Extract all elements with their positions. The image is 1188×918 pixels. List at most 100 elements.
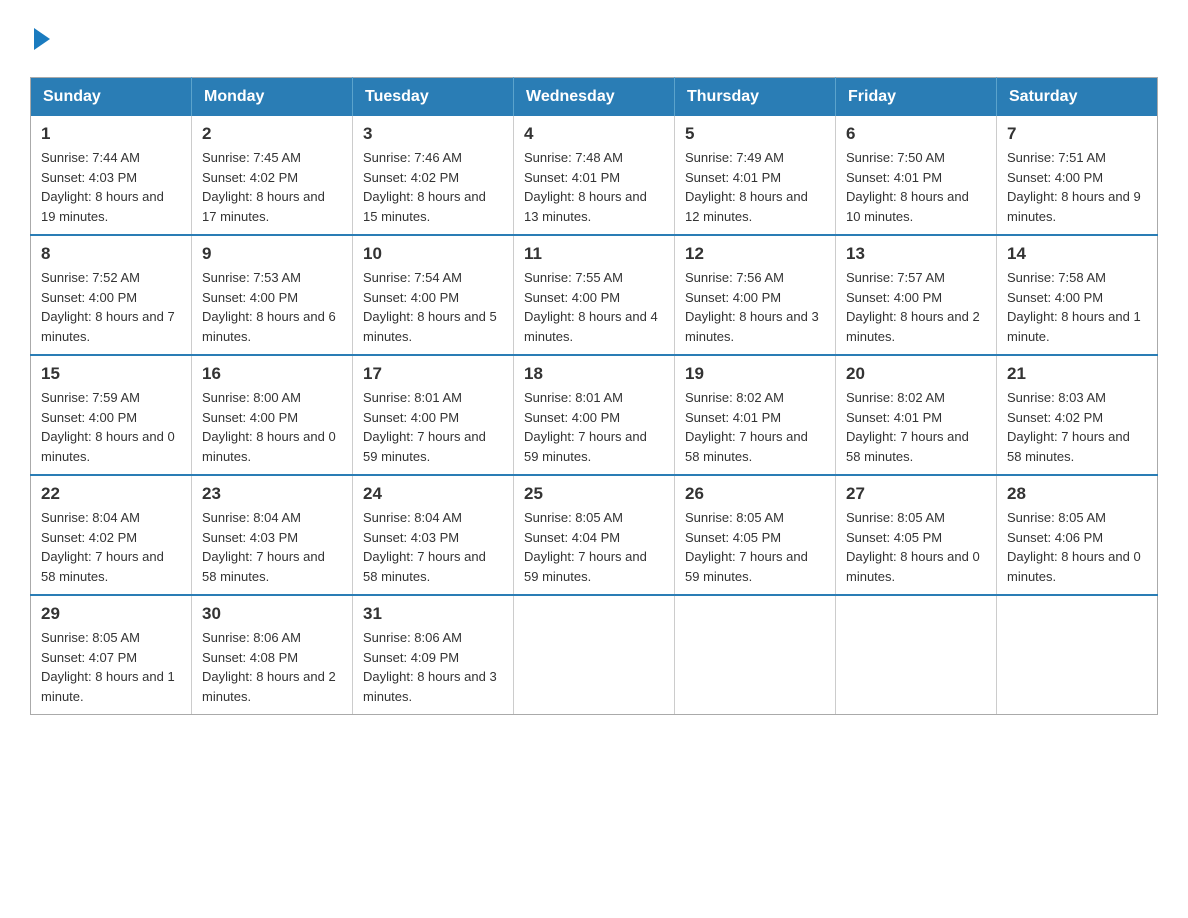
- day-info: Sunrise: 7:56 AMSunset: 4:00 PMDaylight:…: [685, 268, 825, 346]
- day-number: 18: [524, 364, 664, 384]
- calendar-cell: 5Sunrise: 7:49 AMSunset: 4:01 PMDaylight…: [675, 116, 836, 235]
- day-info: Sunrise: 7:49 AMSunset: 4:01 PMDaylight:…: [685, 148, 825, 226]
- day-number: 23: [202, 484, 342, 504]
- calendar-cell: 13 Sunrise: 7:57 AMSunset: 4:00 PMDayligh…: [836, 235, 997, 355]
- day-info: Sunrise: 8:01 AMSunset: 4:00 PMDaylight:…: [363, 388, 503, 466]
- calendar-header-row: SundayMondayTuesdayWednesdayThursdayFrid…: [31, 78, 1158, 117]
- day-number: 25: [524, 484, 664, 504]
- calendar-cell: 14 Sunrise: 7:58 AMSunset: 4:00 PMDayligh…: [997, 235, 1158, 355]
- day-info: Sunrise: 8:05 AMSunset: 4:05 PMDaylight:…: [685, 508, 825, 586]
- calendar-cell: 24 Sunrise: 8:04 AMSunset: 4:03 PMDayligh…: [353, 475, 514, 595]
- day-info: Sunrise: 7:46 AMSunset: 4:02 PMDaylight:…: [363, 148, 503, 226]
- calendar-cell: 16 Sunrise: 8:00 AMSunset: 4:00 PMDayligh…: [192, 355, 353, 475]
- calendar-cell: 1 Sunrise: 7:44 AMSunset: 4:03 PMDaylight…: [31, 116, 192, 235]
- week-row-5: 29 Sunrise: 8:05 AMSunset: 4:07 PMDayligh…: [31, 595, 1158, 715]
- day-info: Sunrise: 8:04 AMSunset: 4:03 PMDaylight:…: [363, 508, 503, 586]
- day-number: 19: [685, 364, 825, 384]
- day-info: Sunrise: 7:54 AMSunset: 4:00 PMDaylight:…: [363, 268, 503, 346]
- day-info: Sunrise: 7:52 AMSunset: 4:00 PMDaylight:…: [41, 268, 181, 346]
- day-number: 22: [41, 484, 181, 504]
- day-number: 6: [846, 124, 986, 144]
- day-info: Sunrise: 7:51 AMSunset: 4:00 PMDaylight:…: [1007, 148, 1147, 226]
- day-info: Sunrise: 8:05 AMSunset: 4:05 PMDaylight:…: [846, 508, 986, 586]
- header-monday: Monday: [192, 78, 353, 117]
- day-number: 1: [41, 124, 181, 144]
- day-number: 21: [1007, 364, 1147, 384]
- day-info: Sunrise: 7:44 AMSunset: 4:03 PMDaylight:…: [41, 148, 181, 226]
- week-row-4: 22Sunrise: 8:04 AMSunset: 4:02 PMDayligh…: [31, 475, 1158, 595]
- day-info: Sunrise: 7:58 AMSunset: 4:00 PMDaylight:…: [1007, 268, 1147, 346]
- day-info: Sunrise: 7:50 AMSunset: 4:01 PMDaylight:…: [846, 148, 986, 226]
- day-number: 27: [846, 484, 986, 504]
- day-number: 8: [41, 244, 181, 264]
- logo: [30, 30, 50, 57]
- day-number: 15: [41, 364, 181, 384]
- day-number: 28: [1007, 484, 1147, 504]
- header-sunday: Sunday: [31, 78, 192, 117]
- calendar-cell: 9 Sunrise: 7:53 AMSunset: 4:00 PMDaylight…: [192, 235, 353, 355]
- day-info: Sunrise: 7:53 AMSunset: 4:00 PMDaylight:…: [202, 268, 342, 346]
- header-tuesday: Tuesday: [353, 78, 514, 117]
- calendar-cell: 4 Sunrise: 7:48 AMSunset: 4:01 PMDaylight…: [514, 116, 675, 235]
- day-number: 11: [524, 244, 664, 264]
- day-info: Sunrise: 7:55 AMSunset: 4:00 PMDaylight:…: [524, 268, 664, 346]
- calendar-table: SundayMondayTuesdayWednesdayThursdayFrid…: [30, 77, 1158, 715]
- calendar-cell: 19 Sunrise: 8:02 AMSunset: 4:01 PMDayligh…: [675, 355, 836, 475]
- day-number: 24: [363, 484, 503, 504]
- calendar-cell: 22Sunrise: 8:04 AMSunset: 4:02 PMDayligh…: [31, 475, 192, 595]
- calendar-cell: 31Sunrise: 8:06 AMSunset: 4:09 PMDayligh…: [353, 595, 514, 715]
- day-info: Sunrise: 7:45 AMSunset: 4:02 PMDaylight:…: [202, 148, 342, 226]
- calendar-cell: 21 Sunrise: 8:03 AMSunset: 4:02 PMDayligh…: [997, 355, 1158, 475]
- day-number: 3: [363, 124, 503, 144]
- calendar-cell: 7 Sunrise: 7:51 AMSunset: 4:00 PMDaylight…: [997, 116, 1158, 235]
- day-number: 4: [524, 124, 664, 144]
- calendar-cell: 15 Sunrise: 7:59 AMSunset: 4:00 PMDayligh…: [31, 355, 192, 475]
- day-number: 20: [846, 364, 986, 384]
- day-info: Sunrise: 7:48 AMSunset: 4:01 PMDaylight:…: [524, 148, 664, 226]
- calendar-cell: 27 Sunrise: 8:05 AMSunset: 4:05 PMDayligh…: [836, 475, 997, 595]
- calendar-cell: 12 Sunrise: 7:56 AMSunset: 4:00 PMDayligh…: [675, 235, 836, 355]
- day-number: 13: [846, 244, 986, 264]
- day-info: Sunrise: 7:57 AMSunset: 4:00 PMDaylight:…: [846, 268, 986, 346]
- header-saturday: Saturday: [997, 78, 1158, 117]
- calendar-cell: 3 Sunrise: 7:46 AMSunset: 4:02 PMDaylight…: [353, 116, 514, 235]
- week-row-2: 8 Sunrise: 7:52 AMSunset: 4:00 PMDaylight…: [31, 235, 1158, 355]
- day-info: Sunrise: 8:01 AMSunset: 4:00 PMDaylight:…: [524, 388, 664, 466]
- header-friday: Friday: [836, 78, 997, 117]
- calendar-cell: 18 Sunrise: 8:01 AMSunset: 4:00 PMDayligh…: [514, 355, 675, 475]
- day-number: 14: [1007, 244, 1147, 264]
- day-info: Sunrise: 7:59 AMSunset: 4:00 PMDaylight:…: [41, 388, 181, 466]
- day-info: Sunrise: 8:02 AMSunset: 4:01 PMDaylight:…: [685, 388, 825, 466]
- day-info: Sunrise: 8:05 AMSunset: 4:06 PMDaylight:…: [1007, 508, 1147, 586]
- calendar-cell: 28 Sunrise: 8:05 AMSunset: 4:06 PMDayligh…: [997, 475, 1158, 595]
- calendar-cell: [997, 595, 1158, 715]
- day-number: 7: [1007, 124, 1147, 144]
- calendar-cell: 17Sunrise: 8:01 AMSunset: 4:00 PMDayligh…: [353, 355, 514, 475]
- day-info: Sunrise: 8:04 AMSunset: 4:03 PMDaylight:…: [202, 508, 342, 586]
- calendar-cell: 6 Sunrise: 7:50 AMSunset: 4:01 PMDaylight…: [836, 116, 997, 235]
- week-row-1: 1 Sunrise: 7:44 AMSunset: 4:03 PMDaylight…: [31, 116, 1158, 235]
- calendar-cell: 10 Sunrise: 7:54 AMSunset: 4:00 PMDayligh…: [353, 235, 514, 355]
- day-info: Sunrise: 8:06 AMSunset: 4:08 PMDaylight:…: [202, 628, 342, 706]
- day-number: 2: [202, 124, 342, 144]
- header-wednesday: Wednesday: [514, 78, 675, 117]
- day-info: Sunrise: 8:00 AMSunset: 4:00 PMDaylight:…: [202, 388, 342, 466]
- day-info: Sunrise: 8:02 AMSunset: 4:01 PMDaylight:…: [846, 388, 986, 466]
- day-number: 12: [685, 244, 825, 264]
- page-header: [30, 30, 1158, 57]
- day-info: Sunrise: 8:05 AMSunset: 4:07 PMDaylight:…: [41, 628, 181, 706]
- day-info: Sunrise: 8:03 AMSunset: 4:02 PMDaylight:…: [1007, 388, 1147, 466]
- calendar-cell: 2 Sunrise: 7:45 AMSunset: 4:02 PMDaylight…: [192, 116, 353, 235]
- calendar-cell: 11 Sunrise: 7:55 AMSunset: 4:00 PMDayligh…: [514, 235, 675, 355]
- calendar-cell: 26 Sunrise: 8:05 AMSunset: 4:05 PMDayligh…: [675, 475, 836, 595]
- calendar-cell: 20 Sunrise: 8:02 AMSunset: 4:01 PMDayligh…: [836, 355, 997, 475]
- day-number: 9: [202, 244, 342, 264]
- day-number: 29: [41, 604, 181, 624]
- day-number: 16: [202, 364, 342, 384]
- day-info: Sunrise: 8:05 AMSunset: 4:04 PMDaylight:…: [524, 508, 664, 586]
- day-number: 10: [363, 244, 503, 264]
- header-thursday: Thursday: [675, 78, 836, 117]
- calendar-cell: [836, 595, 997, 715]
- day-number: 26: [685, 484, 825, 504]
- calendar-cell: 25 Sunrise: 8:05 AMSunset: 4:04 PMDayligh…: [514, 475, 675, 595]
